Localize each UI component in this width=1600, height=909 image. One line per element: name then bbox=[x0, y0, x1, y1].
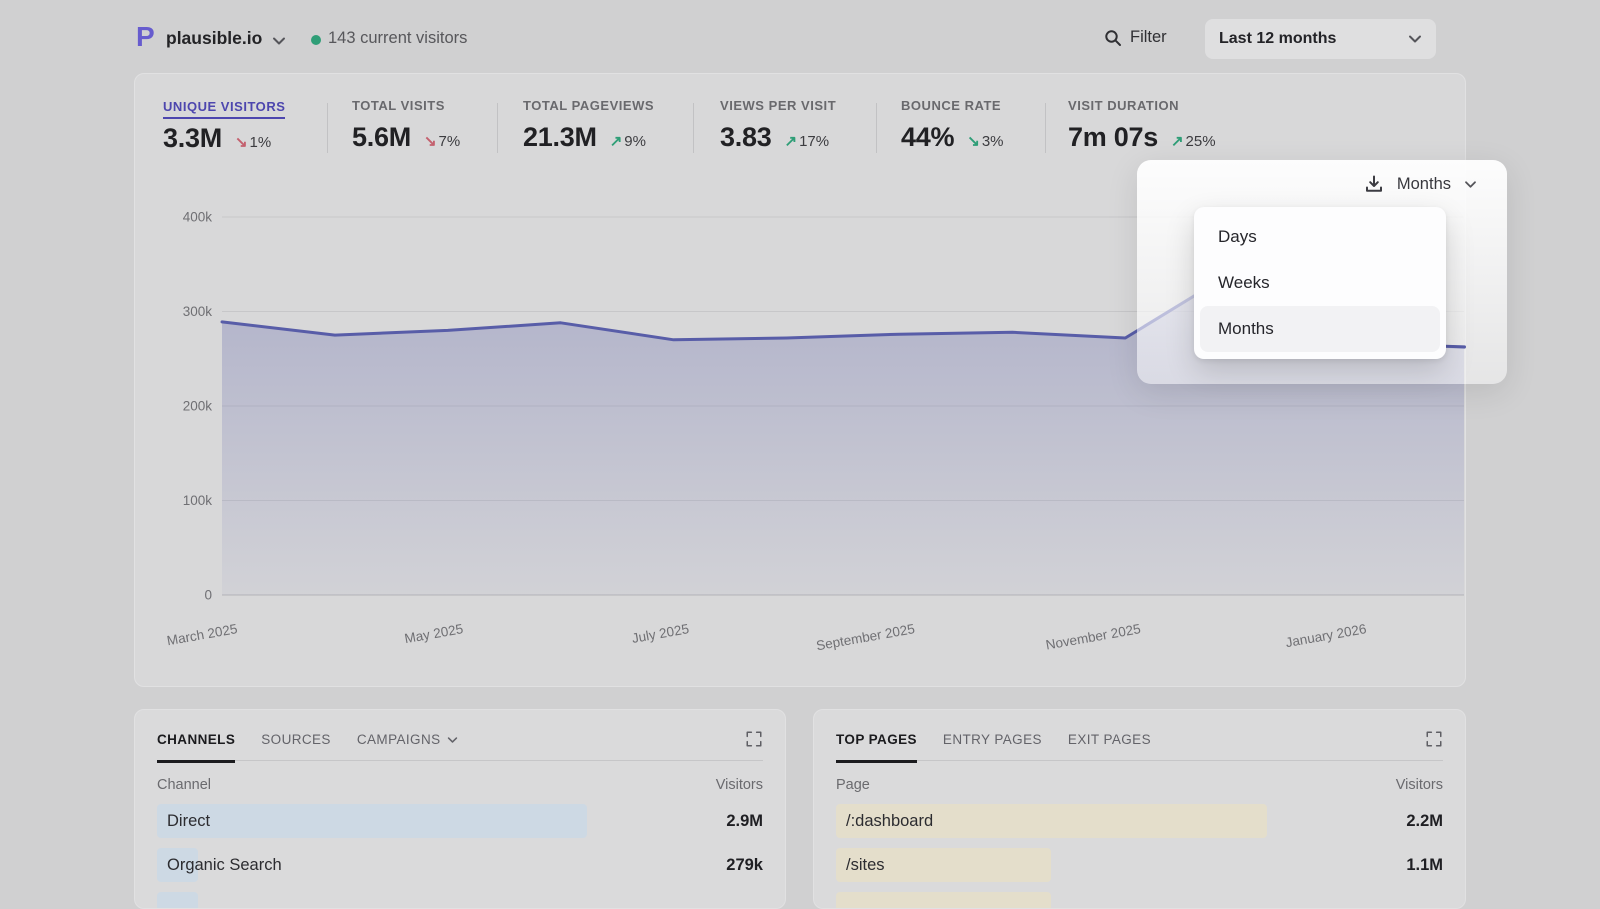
stat-value: 21.3M bbox=[523, 122, 597, 153]
svg-text:0: 0 bbox=[204, 588, 212, 603]
current-visitors-label[interactable]: 143 current visitors bbox=[328, 29, 467, 48]
stat-value: 3.83 bbox=[720, 122, 771, 153]
tab-campaigns[interactable]: CAMPAIGNS bbox=[357, 732, 458, 747]
date-range-value: Last 12 months bbox=[1219, 30, 1408, 48]
menu-item-months[interactable]: Months bbox=[1200, 306, 1440, 352]
expand-icon[interactable] bbox=[1425, 730, 1443, 748]
svg-text:200k: 200k bbox=[183, 399, 213, 414]
dashboard-page: P plausible.io 143 current visitors Filt… bbox=[134, 0, 1466, 900]
svg-text:November 2025: November 2025 bbox=[1045, 621, 1142, 652]
stat-value: 7m 07s bbox=[1068, 122, 1158, 153]
svg-text:July 2025: July 2025 bbox=[631, 621, 691, 646]
interval-dropdown-menu: Days Weeks Months bbox=[1194, 207, 1446, 359]
row-bar bbox=[836, 892, 1051, 909]
stat-label: UNIQUE VISITORS bbox=[163, 99, 285, 119]
stat-label: TOTAL PAGEVIEWS bbox=[523, 98, 654, 113]
stat-bounce-rate[interactable]: BOUNCE RATE 44% ↘3% bbox=[901, 98, 1004, 153]
trend-arrow-icon: ↘ bbox=[235, 134, 248, 151]
pages-list: /:dashboard 2.2M /sites 1.1M bbox=[836, 804, 1443, 909]
channels-panel: CHANNELS SOURCES CAMPAIGNS Channel Visit… bbox=[134, 709, 786, 909]
svg-text:January 2026: January 2026 bbox=[1284, 621, 1367, 650]
table-row[interactable]: /:dashboard 2.2M bbox=[836, 804, 1443, 838]
site-name[interactable]: plausible.io bbox=[166, 28, 262, 49]
svg-text:300k: 300k bbox=[183, 304, 213, 319]
date-range-selector[interactable]: Last 12 months bbox=[1205, 19, 1436, 59]
top-bar: P plausible.io 143 current visitors Filt… bbox=[134, 0, 1466, 72]
column-header-visitors: Visitors bbox=[716, 777, 763, 793]
stat-value: 44% bbox=[901, 122, 954, 153]
row-bar bbox=[157, 804, 587, 838]
tab-top-pages[interactable]: TOP PAGES bbox=[836, 732, 917, 747]
tab-entry-pages[interactable]: ENTRY PAGES bbox=[943, 732, 1042, 747]
stat-value: 3.3M bbox=[163, 123, 222, 154]
pages-panel: TOP PAGES ENTRY PAGES EXIT PAGES Page Vi… bbox=[813, 709, 1466, 909]
stat-label: TOTAL VISITS bbox=[352, 98, 460, 113]
chevron-down-icon bbox=[447, 736, 458, 744]
divider bbox=[497, 103, 498, 153]
stat-change: ↘1% bbox=[235, 133, 271, 151]
column-header-channel: Channel bbox=[157, 777, 211, 793]
svg-text:September 2025: September 2025 bbox=[815, 621, 916, 653]
trend-arrow-icon: ↘ bbox=[424, 133, 437, 150]
filter-label: Filter bbox=[1130, 28, 1167, 47]
stat-change: ↘7% bbox=[424, 132, 460, 150]
divider bbox=[1045, 103, 1046, 153]
trend-arrow-icon: ↗ bbox=[610, 133, 623, 150]
stat-visit-duration[interactable]: VISIT DURATION 7m 07s ↗25% bbox=[1068, 98, 1216, 153]
download-icon[interactable] bbox=[1364, 174, 1384, 194]
tab-exit-pages[interactable]: EXIT PAGES bbox=[1068, 732, 1151, 747]
stat-change: ↗17% bbox=[784, 132, 829, 150]
menu-item-days[interactable]: Days bbox=[1200, 214, 1440, 260]
stat-unique-visitors[interactable]: UNIQUE VISITORS 3.3M ↘1% bbox=[163, 98, 285, 154]
filter-button[interactable]: Filter bbox=[1104, 28, 1167, 47]
column-headers: Page Visitors bbox=[836, 777, 1443, 793]
table-row[interactable] bbox=[836, 892, 1443, 909]
svg-text:400k: 400k bbox=[183, 210, 213, 225]
channels-tabs: CHANNELS SOURCES CAMPAIGNS bbox=[157, 710, 763, 761]
divider bbox=[693, 103, 694, 153]
stat-change: ↗25% bbox=[1171, 132, 1216, 150]
column-headers: Channel Visitors bbox=[157, 777, 763, 793]
stat-total-pageviews[interactable]: TOTAL PAGEVIEWS 21.3M ↗9% bbox=[523, 98, 654, 153]
divider bbox=[876, 103, 877, 153]
tab-channels[interactable]: CHANNELS bbox=[157, 732, 235, 747]
interval-selected-label: Months bbox=[1397, 175, 1451, 194]
stat-label: BOUNCE RATE bbox=[901, 98, 1004, 113]
stat-change: ↗9% bbox=[610, 132, 646, 150]
stat-views-per-visit[interactable]: VIEWS PER VISIT 3.83 ↗17% bbox=[720, 98, 836, 153]
table-row[interactable]: /sites 1.1M bbox=[836, 848, 1443, 882]
trend-arrow-icon: ↘ bbox=[967, 133, 980, 150]
chevron-down-icon bbox=[1408, 34, 1422, 44]
table-row[interactable] bbox=[157, 892, 763, 909]
svg-text:May 2025: May 2025 bbox=[403, 621, 464, 646]
trend-arrow-icon: ↗ bbox=[784, 133, 797, 150]
expand-icon[interactable] bbox=[745, 730, 763, 748]
pages-tabs: TOP PAGES ENTRY PAGES EXIT PAGES bbox=[836, 710, 1443, 761]
interval-dropdown-button[interactable]: Months bbox=[1364, 174, 1477, 194]
search-icon bbox=[1104, 29, 1122, 47]
stat-change: ↘3% bbox=[967, 132, 1003, 150]
row-bar bbox=[157, 892, 198, 909]
plausible-logo-icon: P bbox=[136, 21, 155, 53]
svg-text:March 2025: March 2025 bbox=[166, 621, 239, 648]
table-row[interactable]: Direct 2.9M bbox=[157, 804, 763, 838]
stat-label: VIEWS PER VISIT bbox=[720, 98, 836, 113]
stat-label: VISIT DURATION bbox=[1068, 98, 1216, 113]
svg-text:100k: 100k bbox=[183, 493, 213, 508]
menu-item-weeks[interactable]: Weeks bbox=[1200, 260, 1440, 306]
chevron-down-icon[interactable] bbox=[272, 36, 286, 46]
live-visitors-dot-icon bbox=[311, 35, 321, 45]
stat-value: 5.6M bbox=[352, 122, 411, 153]
divider bbox=[327, 103, 328, 153]
trend-arrow-icon: ↗ bbox=[1171, 133, 1184, 150]
table-row[interactable]: Organic Search 279k bbox=[157, 848, 763, 882]
chevron-down-icon bbox=[1464, 180, 1477, 189]
column-header-visitors: Visitors bbox=[1396, 777, 1443, 793]
tab-sources[interactable]: SOURCES bbox=[261, 732, 331, 747]
stat-total-visits[interactable]: TOTAL VISITS 5.6M ↘7% bbox=[352, 98, 460, 153]
channels-list: Direct 2.9M Organic Search 279k bbox=[157, 804, 763, 909]
column-header-page: Page bbox=[836, 777, 870, 793]
